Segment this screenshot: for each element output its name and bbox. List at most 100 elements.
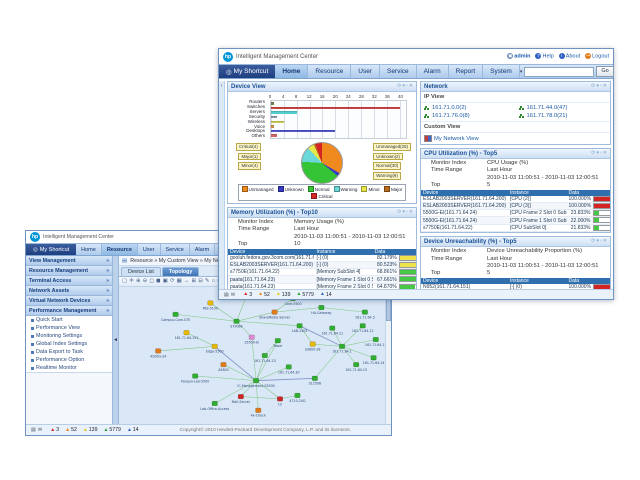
refresh-icon[interactable]: ⟳: [591, 84, 595, 89]
view-icon[interactable]: ▤: [224, 292, 229, 298]
subnet-link[interactable]: 161.71.44.0(47): [516, 104, 611, 112]
topology-node[interactable]: S12508: [309, 376, 321, 386]
close-icon[interactable]: ✕: [409, 210, 413, 215]
logout-link[interactable]: ↪Logout: [585, 53, 609, 59]
sidebar-section-resource-management[interactable]: Resource Management»: [26, 266, 112, 276]
imc-dashboard-window[interactable]: hp Intelligent Management Center ▣admin …: [218, 48, 614, 300]
sidebar-item-performance-view[interactable]: Performance View: [26, 324, 112, 332]
zoom-in-icon[interactable]: ⊕: [136, 279, 141, 285]
topology-node[interactable]: A5800: [218, 362, 228, 372]
menu-item-home[interactable]: Home: [76, 244, 102, 255]
refresh-icon[interactable]: ⟳: [591, 239, 595, 244]
pin-icon[interactable]: ▫: [406, 84, 408, 89]
collapse-icon[interactable]: ▾: [403, 84, 406, 89]
collapse-icon[interactable]: ▾: [403, 210, 406, 215]
menu-item-service[interactable]: Service: [161, 244, 190, 255]
topology-node[interactable]: 4710-24G: [289, 393, 305, 403]
remove-node-icon[interactable]: ⊟: [198, 279, 203, 285]
topology-node[interactable]: 161.71.64.23: [254, 353, 276, 363]
select-icon[interactable]: ▢: [122, 279, 127, 285]
view-icon[interactable]: ▤: [31, 427, 36, 433]
topology-node[interactable]: ShareMedia-Server: [259, 310, 291, 320]
help-link[interactable]: ?Help: [535, 53, 553, 59]
close-icon[interactable]: ✕: [603, 84, 607, 89]
user-menu[interactable]: ▣admin: [507, 53, 530, 59]
layout-icon[interactable]: ▦: [177, 279, 182, 285]
alarm-count-warning[interactable]: ▲5779: [103, 427, 121, 433]
sidebar-item-realtime-monitor[interactable]: Realtime Monitor: [26, 364, 112, 372]
topology-node[interactable]: 161.71.64.30: [278, 365, 300, 375]
zoom-out-icon[interactable]: ⊖: [143, 279, 148, 285]
table-row[interactable]: ESLAB2003SERVER(161.71.64.200)[-] (0)80.…: [228, 261, 416, 268]
menu-item-service[interactable]: Service: [380, 65, 417, 78]
alarm-count-warning[interactable]: ▲5779: [296, 292, 314, 298]
topology-canvas[interactable]: Conf-SwitchCore-5500MIS-5100ShareMedia-S…: [119, 287, 391, 424]
menu-item-alarm[interactable]: Alarm: [190, 244, 215, 255]
table-row[interactable]: ESLAB2003SERVER(161.71.64.200)[CPU (2)]1…: [421, 196, 610, 203]
home-icon[interactable]: ⌂: [212, 279, 215, 285]
topology-node[interactable]: Tower: [272, 338, 283, 348]
vertical-scrollbar[interactable]: [385, 287, 391, 424]
link-mode-icon[interactable]: ↔: [184, 279, 190, 285]
topology-node[interactable]: Mail-Server: [232, 394, 251, 404]
topology-node[interactable]: t3: [277, 397, 282, 407]
alarm-count-info[interactable]: ▲14: [127, 427, 139, 433]
menu-item-system[interactable]: System: [483, 65, 520, 78]
table-row[interactable]: 5500G-EI(161.71.64.24)[CPU Frame 1 Slot …: [421, 217, 610, 224]
topology-node[interactable]: Lab-Office-Access: [200, 401, 229, 411]
sidebar-item-quick-start[interactable]: Quick Start: [26, 316, 112, 324]
my-network-view-link[interactable]: My Network View: [421, 133, 610, 144]
alarm-count-minor[interactable]: ▲139: [83, 427, 98, 433]
pan-icon[interactable]: ✛: [129, 279, 134, 285]
topology-node[interactable]: 4200G-24: [150, 349, 166, 359]
sidebar-section-terminal-access[interactable]: Terminal Access»: [26, 276, 112, 286]
topology-node[interactable]: 161.71.64.14: [363, 356, 385, 366]
alarm-count-info[interactable]: ▲14: [320, 292, 332, 298]
topology-node[interactable]: HA-Gateway: [311, 305, 331, 315]
topology-node[interactable]: 161.71.64.11: [321, 326, 343, 336]
subnet-link[interactable]: 161.71.76.0(8): [421, 112, 516, 120]
pin-icon[interactable]: ▫: [600, 239, 602, 244]
table-row[interactable]: gooluh.fedora.gov.3com.com(161.71.64.94)…: [228, 255, 416, 262]
close-icon[interactable]: ✕: [603, 239, 607, 244]
left-collapse-strip[interactable]: ‹: [219, 81, 225, 289]
pin-icon[interactable]: ▫: [600, 84, 602, 89]
alarm-count-critical[interactable]: ▲3: [50, 427, 59, 433]
mail-icon[interactable]: ✉: [231, 292, 235, 298]
print-icon[interactable]: ▣: [163, 279, 168, 285]
go-button[interactable]: Go: [596, 66, 613, 77]
sidebar-section-performance-management[interactable]: Performance Management»: [26, 306, 112, 316]
sidebar-item-monitoring-settings[interactable]: Monitoring Settings: [26, 332, 112, 340]
refresh-icon[interactable]: ⟳: [397, 210, 401, 215]
save-icon[interactable]: ◼: [156, 279, 161, 285]
table-row[interactable]: paata(161.71.64.23)[Memory Frame 1 Slot …: [228, 276, 416, 283]
collapse-icon[interactable]: ▾: [597, 239, 600, 244]
search-scope-dropdown[interactable]: ▾: [520, 69, 523, 75]
pin-icon[interactable]: ▫: [406, 210, 408, 215]
topology-node[interactable]: 161.71.64.1: [332, 344, 352, 354]
fit-view-icon[interactable]: ◻: [149, 279, 154, 285]
alarm-count-critical[interactable]: ▲3: [243, 292, 252, 298]
add-node-icon[interactable]: ⊞: [192, 279, 197, 285]
alarm-count-major[interactable]: ▲52: [65, 427, 77, 433]
table-row[interactable]: s7750E(161.71.64.22)[Memory SubSlot 4]68…: [228, 269, 416, 276]
sidebar-section-network-assets[interactable]: Network Assets»: [26, 286, 112, 296]
alarm-count-minor[interactable]: ▲139: [276, 292, 291, 298]
topology-node[interactable]: MIS-5100: [203, 301, 218, 311]
table-row[interactable]: ESLAB2003SERVER(161.71.64.200)[CPU (3)]1…: [421, 202, 610, 209]
refresh-icon[interactable]: ⟳: [397, 84, 401, 89]
subnet-link[interactable]: 161.71.0.0(2): [421, 104, 516, 112]
subnet-link[interactable]: 161.71.78.0(21): [516, 112, 611, 120]
sidebar-item-global-index-settings[interactable]: Global Index Settings: [26, 340, 112, 348]
collapse-icon[interactable]: ▾: [597, 151, 600, 156]
menu-item-resource[interactable]: Resource: [102, 244, 138, 255]
menu-item-report[interactable]: Report: [449, 65, 484, 78]
edit-icon[interactable]: ✎: [205, 279, 210, 285]
topology-node[interactable]: 161.71.64.151: [175, 330, 199, 340]
sidebar-section-virtual-network-devices[interactable]: Virtual Network Devices»: [26, 296, 112, 306]
sidebar-item-data-export-to-task[interactable]: Data Export to Task: [26, 348, 112, 356]
menu-item-alarm[interactable]: Alarm: [417, 65, 449, 78]
about-link[interactable]: iAbout: [559, 53, 580, 59]
menu-item-user[interactable]: User: [351, 65, 380, 78]
topology-node[interactable]: Fanqun-Lab-5500: [181, 374, 209, 384]
